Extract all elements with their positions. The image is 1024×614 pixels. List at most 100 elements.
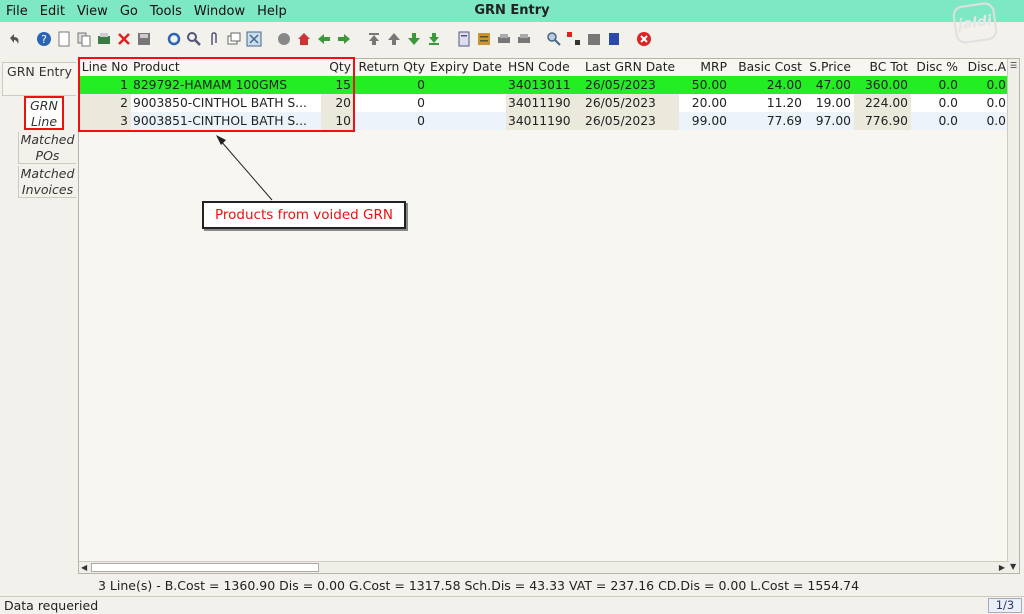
annotation-callout: Products from voided GRN (202, 201, 406, 229)
menu-file[interactable]: File (0, 4, 34, 19)
header-disc-a[interactable]: Disc.A (961, 59, 1009, 76)
header-qty[interactable]: Qty (321, 59, 354, 76)
cell-s-price[interactable]: 47.00 (805, 76, 854, 94)
cell-expiry-date[interactable] (428, 76, 506, 94)
cell-return-qty[interactable]: 0 (354, 112, 428, 130)
attach-icon[interactable] (206, 31, 222, 47)
close-icon[interactable] (636, 31, 652, 47)
cell-basic-cost[interactable]: 24.00 (730, 76, 805, 94)
cell-mrp[interactable]: 20.00 (679, 94, 730, 112)
menu-go[interactable]: Go (114, 4, 144, 19)
cell-mrp[interactable]: 50.00 (679, 76, 730, 94)
scroll-menu-icon[interactable]: ☰ (1010, 61, 1017, 70)
print-preview-icon[interactable] (496, 31, 512, 47)
menu-help[interactable]: Help (251, 4, 293, 19)
scroll-down-icon[interactable]: ▼ (1010, 562, 1016, 571)
totals-summary: 3 Line(s) - B.Cost = 1360.90 Dis = 0.00 … (98, 578, 860, 593)
cell-disc-a[interactable]: 0.0 (961, 76, 1009, 94)
cell-basic-cost[interactable]: 11.20 (730, 94, 805, 112)
cell-product[interactable]: 9003851-CINTHOL BATH S... (131, 112, 321, 130)
cell-s-price[interactable]: 19.00 (805, 94, 854, 112)
header-product[interactable]: Product (131, 59, 321, 76)
last-icon[interactable] (426, 31, 442, 47)
help-icon[interactable]: ? (36, 31, 52, 47)
home-icon[interactable] (296, 31, 312, 47)
report-icon[interactable] (456, 31, 472, 47)
header-bc-tot[interactable]: BC Tot (854, 59, 911, 76)
undo-icon[interactable] (6, 31, 22, 47)
header-s-price[interactable]: S.Price (805, 59, 854, 76)
print2-icon[interactable] (516, 31, 532, 47)
first-icon[interactable] (366, 31, 382, 47)
cell-product[interactable]: 829792-HAMAM 100GMS (131, 76, 321, 94)
vertical-scrollbar[interactable]: ☰ ▼ (1007, 59, 1019, 573)
cell-s-price[interactable]: 97.00 (805, 112, 854, 130)
menu-bar: File Edit View Go Tools Window Help (0, 0, 1024, 22)
new-icon[interactable] (56, 31, 72, 47)
horizontal-scroll-thumb[interactable] (91, 563, 319, 572)
prev-icon[interactable] (316, 31, 332, 47)
archive-icon[interactable] (476, 31, 492, 47)
header-hsn-code[interactable]: HSN Code (506, 59, 583, 76)
cell-disc-a[interactable]: 0.0 (961, 94, 1009, 112)
cell-line-no: 1 (79, 76, 131, 94)
tab-grn-line[interactable]: GRN Line (24, 96, 64, 130)
up-icon[interactable] (386, 31, 402, 47)
tab-matched-pos[interactable]: Matched POs (18, 132, 76, 164)
menu-tools[interactable]: Tools (144, 4, 188, 19)
cell-last-grn-date: 26/05/2023 (583, 112, 679, 130)
cell-qty[interactable]: 15 (321, 76, 354, 94)
header-disc-pct[interactable]: Disc % (911, 59, 961, 76)
zoom-across-icon[interactable] (546, 31, 562, 47)
delete-icon[interactable] (116, 31, 132, 47)
cell-disc-pct[interactable]: 0.0 (911, 94, 961, 112)
cell-expiry-date[interactable] (428, 94, 506, 112)
tab-matched-invoices[interactable]: Matched Invoices (18, 166, 76, 198)
history-icon[interactable] (276, 31, 292, 47)
header-expiry-date[interactable]: Expiry Date (428, 59, 506, 76)
table-row[interactable]: 2 9003850-CINTHOL BATH S... 20 0 3401119… (79, 94, 1009, 112)
cell-disc-pct[interactable]: 0.0 (911, 112, 961, 130)
header-return-qty[interactable]: Return Qty (354, 59, 428, 76)
tab-grn-entry[interactable]: GRN Entry (2, 62, 76, 96)
print-icon[interactable] (96, 31, 112, 47)
cell-line-no: 3 (79, 112, 131, 130)
cell-disc-pct[interactable]: 0.0 (911, 76, 961, 94)
header-basic-cost[interactable]: Basic Cost (730, 59, 805, 76)
table-row[interactable]: 1 829792-HAMAM 100GMS 15 0 34013011 26/0… (79, 76, 1009, 94)
find-icon[interactable] (186, 31, 202, 47)
side-tabs: GRN Entry GRN Line Matched POs Matched I… (0, 60, 78, 580)
multi-window-icon[interactable] (226, 31, 242, 47)
export-icon[interactable] (606, 31, 622, 47)
cell-mrp[interactable]: 99.00 (679, 112, 730, 130)
zoom-icon[interactable] (246, 31, 262, 47)
scroll-right-icon[interactable]: ▶ (999, 563, 1005, 572)
scroll-left-icon[interactable]: ◀ (81, 563, 87, 572)
cell-last-grn-date: 26/05/2023 (583, 76, 679, 94)
workflow-icon[interactable] (566, 31, 582, 47)
header-mrp[interactable]: MRP (679, 59, 730, 76)
table-row[interactable]: 3 9003851-CINTHOL BATH S... 10 0 3401119… (79, 112, 1009, 130)
save-icon[interactable] (136, 31, 152, 47)
cell-return-qty[interactable]: 0 (354, 76, 428, 94)
header-last-grn-date[interactable]: Last GRN Date (583, 59, 679, 76)
refresh-icon[interactable] (166, 31, 182, 47)
menu-window[interactable]: Window (188, 4, 251, 19)
cell-basic-cost[interactable]: 77.69 (730, 112, 805, 130)
record-pager[interactable]: 1/3 (988, 598, 1022, 613)
cell-qty[interactable]: 10 (321, 112, 354, 130)
horizontal-scrollbar[interactable]: ◀ ▶ (79, 561, 1009, 573)
cell-bc-tot: 776.90 (854, 112, 911, 130)
cell-qty[interactable]: 20 (321, 94, 354, 112)
copy-icon[interactable] (76, 31, 92, 47)
next-icon[interactable] (336, 31, 352, 47)
cell-disc-a[interactable]: 0.0 (961, 112, 1009, 130)
cell-return-qty[interactable]: 0 (354, 94, 428, 112)
menu-view[interactable]: View (71, 4, 114, 19)
cell-product[interactable]: 9003850-CINTHOL BATH S... (131, 94, 321, 112)
menu-edit[interactable]: Edit (34, 4, 71, 19)
header-line-no[interactable]: Line No (79, 59, 131, 76)
cell-expiry-date[interactable] (428, 112, 506, 130)
product-icon[interactable] (586, 31, 602, 47)
down-icon[interactable] (406, 31, 422, 47)
